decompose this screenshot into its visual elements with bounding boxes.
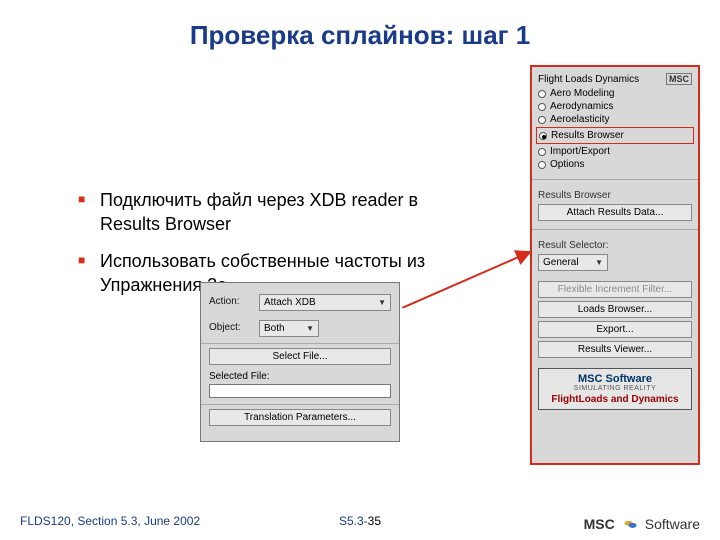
radio-import-export[interactable]: Import/Export xyxy=(538,145,692,158)
result-selector-dropdown[interactable]: General ▼ xyxy=(538,254,608,271)
results-browser-label: Results Browser xyxy=(538,190,692,201)
radio-aero-modeling[interactable]: Aero Modeling xyxy=(538,87,692,100)
radio-aeroelasticity[interactable]: Aeroelasticity xyxy=(538,113,692,126)
action-label: Action: xyxy=(209,296,253,307)
chevron-down-icon: ▼ xyxy=(595,258,603,267)
panel-header: Flight Loads Dynamics xyxy=(538,74,639,85)
loads-browser-button[interactable]: Loads Browser... xyxy=(538,301,692,318)
logo-sub: SIMULATING REALITY xyxy=(543,385,687,392)
swoosh-icon xyxy=(617,517,643,531)
attach-xdb-panel: Action: Attach XDB ▼ Object: Both ▼ Sele… xyxy=(200,282,400,442)
radio-label: Aero Modeling xyxy=(550,88,614,99)
logo-product: FlightLoads and Dynamics xyxy=(543,394,687,405)
slide-title: Проверка сплайнов: шаг 1 xyxy=(0,20,720,51)
select-file-button[interactable]: Select File... xyxy=(209,348,391,365)
export-button[interactable]: Export... xyxy=(538,321,692,338)
flexible-increment-filter-button[interactable]: Flexible Increment Filter... xyxy=(538,281,692,298)
dropdown-value: General xyxy=(543,257,579,268)
bullet-item: Подключить файл через XDB reader в Resul… xyxy=(100,188,450,237)
radio-aerodynamics[interactable]: Aerodynamics xyxy=(538,100,692,113)
attach-results-data-button[interactable]: Attach Results Data... xyxy=(538,204,692,221)
object-dropdown[interactable]: Both ▼ xyxy=(259,320,319,337)
footer-logo-msc: MSC xyxy=(584,516,615,532)
radio-highlight-box: Results Browser xyxy=(536,127,694,144)
object-label: Object: xyxy=(209,322,253,333)
footer-logo: MSC Software xyxy=(584,516,700,532)
result-selector-label: Result Selector: xyxy=(538,240,692,251)
chevron-down-icon: ▼ xyxy=(378,298,386,307)
footer-page-number: 35 xyxy=(368,514,381,528)
radio-options[interactable]: Options xyxy=(538,158,692,171)
footer-logo-software: Software xyxy=(645,516,700,532)
footer-section: S5.3- xyxy=(339,514,368,528)
flight-loads-panel: Flight Loads Dynamics MSC Aero Modeling … xyxy=(530,65,700,465)
selected-file-label: Selected File: xyxy=(209,371,391,382)
radio-label: Results Browser xyxy=(551,130,624,141)
radio-label: Import/Export xyxy=(550,146,610,157)
radio-results-browser[interactable]: Results Browser xyxy=(539,129,691,142)
radio-label: Aerodynamics xyxy=(550,101,613,112)
chevron-down-icon: ▼ xyxy=(306,324,314,333)
translation-parameters-button[interactable]: Translation Parameters... xyxy=(209,409,391,426)
radio-label: Options xyxy=(550,159,584,170)
msc-badge-icon: MSC xyxy=(666,73,692,85)
dropdown-value: Attach XDB xyxy=(264,297,316,308)
msc-logo-box: MSC Software SIMULATING REALITY FlightLo… xyxy=(538,368,692,410)
dropdown-value: Both xyxy=(264,323,285,334)
radio-label: Aeroelasticity xyxy=(550,114,609,125)
selected-file-input[interactable] xyxy=(209,384,391,398)
results-viewer-button[interactable]: Results Viewer... xyxy=(538,341,692,358)
logo-brand: MSC Software xyxy=(543,373,687,385)
action-dropdown[interactable]: Attach XDB ▼ xyxy=(259,294,391,311)
